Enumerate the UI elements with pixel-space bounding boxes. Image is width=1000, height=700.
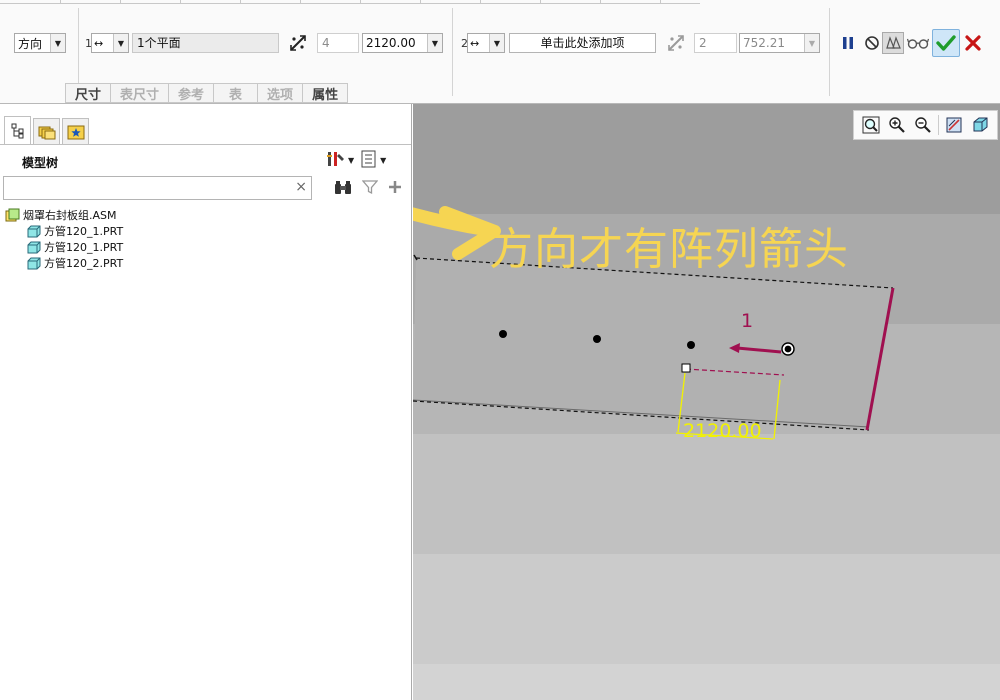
- part-icon: [27, 257, 41, 269]
- model-tree-icon: [11, 123, 23, 138]
- chevron-down-icon[interactable]: ▼: [50, 34, 65, 52]
- direction2-type-select[interactable]: ↔ ▼: [467, 33, 505, 53]
- toolbar-divider: [829, 8, 830, 96]
- tree-item-part[interactable]: 方管120_1.PRT: [27, 239, 123, 255]
- tree-item-label: 方管120_2.PRT: [44, 257, 124, 270]
- repaint-icon[interactable]: [942, 114, 966, 136]
- navigator-panel: 模型树 ▼ ▼ × 烟罩右封板组.ASM 方管120_1.PRT 方管120_1…: [0, 104, 412, 700]
- direction2-reference-field[interactable]: 单击此处添加项: [509, 33, 656, 53]
- direction1-spacing-value: 2120.00: [366, 36, 416, 50]
- tab-dimensions[interactable]: 尺寸: [65, 83, 111, 103]
- pattern-dashboard: 方向 ▼ 1 ↔ ▼ 1个平面 4 2120.00 ▼ 2 ↔ ▼ 单击此处添加…: [0, 0, 1000, 104]
- cancel-button[interactable]: [962, 32, 984, 54]
- zoom-in-icon[interactable]: [885, 114, 909, 136]
- tree-settings-icon[interactable]: [326, 150, 346, 171]
- flip-direction2-icon[interactable]: [665, 33, 687, 53]
- model-tree-search-input[interactable]: ×: [3, 176, 312, 200]
- direction1-count-field[interactable]: 4: [317, 33, 359, 53]
- tree-item-part[interactable]: 方管120_1.PRT: [27, 223, 123, 239]
- direction1-reference-field[interactable]: 1个平面: [132, 33, 279, 53]
- folder-stack-icon: [38, 126, 55, 139]
- tree-item-label: 方管120_1.PRT: [44, 241, 124, 254]
- part-icon: [27, 225, 41, 237]
- binoculars-icon[interactable]: [334, 179, 352, 198]
- model-tree-title: 模型树: [22, 156, 59, 170]
- chevron-down-icon[interactable]: ▼: [804, 34, 819, 52]
- chevron-down-icon[interactable]: ▼: [113, 34, 128, 52]
- model-tree-search-toolbar: [334, 179, 402, 198]
- chevron-down-icon[interactable]: ▼: [348, 156, 354, 165]
- direction2-count-field[interactable]: 2: [694, 33, 737, 53]
- assembly-icon: [5, 208, 20, 222]
- saved-views-icon[interactable]: [968, 114, 992, 136]
- tree-item-label: 烟罩右封板组.ASM: [23, 209, 117, 222]
- view-toolbar: [853, 110, 998, 140]
- tab-references[interactable]: 参考: [168, 83, 214, 103]
- navigator-tabs-divider: [0, 144, 411, 145]
- tab-options[interactable]: 选项: [257, 83, 303, 103]
- geometry-preview-icon[interactable]: [882, 32, 904, 54]
- filter-icon[interactable]: [361, 179, 379, 198]
- tab-table-dimensions[interactable]: 表尺寸: [110, 83, 169, 103]
- chevron-down-icon[interactable]: ▼: [380, 156, 386, 165]
- model-tree-toolbar: ▼ ▼: [326, 150, 392, 171]
- part-icon: [27, 241, 41, 253]
- refit-icon[interactable]: [859, 114, 883, 136]
- tree-item-assembly[interactable]: 烟罩右封板组.ASM: [5, 207, 117, 223]
- no-preview-icon[interactable]: [862, 32, 882, 54]
- graphics-canvas: [413, 104, 1000, 700]
- direction2-spacing-value: 752.21: [743, 36, 785, 50]
- flip-direction1-icon[interactable]: [287, 33, 309, 53]
- direction1-spacing-select[interactable]: 2120.00 ▼: [362, 33, 443, 53]
- chevron-down-icon[interactable]: ▼: [427, 34, 442, 52]
- tab-folder-browser[interactable]: [33, 118, 60, 144]
- tree-item-label: 方管120_1.PRT: [44, 225, 124, 238]
- pause-icon[interactable]: [838, 33, 858, 53]
- confirm-button[interactable]: [932, 29, 960, 57]
- view-toolbar-divider: [938, 115, 939, 135]
- plus-icon[interactable]: [388, 180, 402, 197]
- ribbon-tab-strip: [0, 0, 700, 4]
- tree-item-part[interactable]: 方管120_2.PRT: [27, 255, 123, 271]
- pattern-type-value: 方向: [18, 36, 43, 51]
- double-arrow-icon: ↔: [470, 36, 480, 50]
- chevron-down-icon[interactable]: ▼: [489, 34, 504, 52]
- direction1-type-select[interactable]: ↔ ▼: [91, 33, 129, 53]
- tab-model-tree[interactable]: [4, 116, 31, 144]
- dashboard-sub-tabs: 尺寸 表尺寸 参考 表 选项 属性: [65, 83, 349, 103]
- close-icon[interactable]: ×: [295, 179, 307, 195]
- creo-pattern-window: 方向 ▼ 1 ↔ ▼ 1个平面 4 2120.00 ▼ 2 ↔ ▼ 单击此处添加…: [0, 0, 1000, 700]
- pattern-type-select[interactable]: 方向 ▼: [14, 33, 66, 53]
- zoom-out-icon[interactable]: [911, 114, 935, 136]
- tab-properties[interactable]: 属性: [302, 83, 349, 103]
- graphics-window[interactable]: [413, 104, 1000, 700]
- tab-favorites[interactable]: [62, 118, 89, 144]
- favorites-folder-icon: [67, 125, 84, 139]
- double-arrow-icon: ↔: [94, 36, 104, 50]
- checkmark-icon: [936, 35, 956, 51]
- close-icon: [965, 35, 981, 51]
- direction2-spacing-select[interactable]: 752.21 ▼: [739, 33, 820, 53]
- glasses-icon[interactable]: [906, 32, 930, 54]
- navigator-tabs: [4, 116, 91, 144]
- toolbar-divider: [452, 8, 453, 96]
- tab-table[interactable]: 表: [213, 83, 258, 103]
- show-list-icon[interactable]: [360, 150, 378, 171]
